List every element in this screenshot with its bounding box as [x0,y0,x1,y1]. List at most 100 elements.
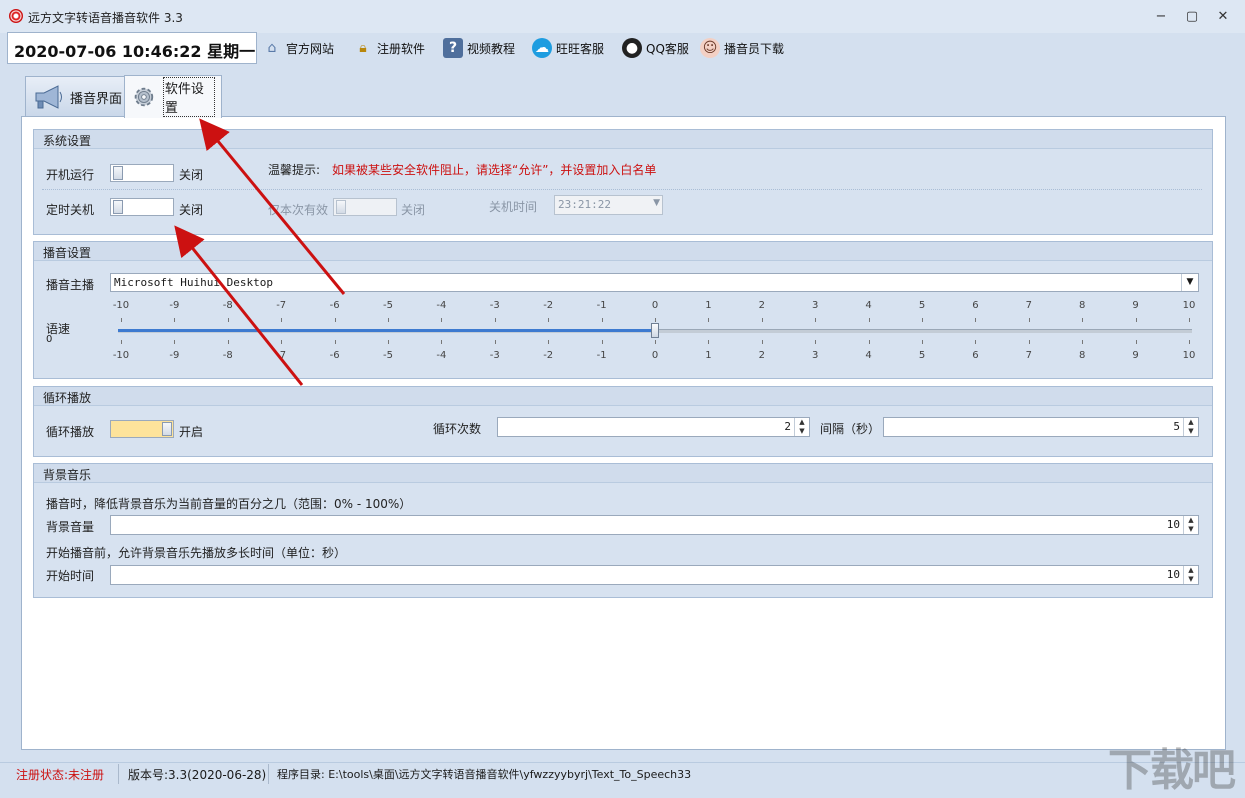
toolbar-qq-service[interactable]: ● QQ客服 [622,35,689,61]
minimize-button[interactable]: − [1152,8,1170,26]
spin-arrows-icon[interactable]: ▲ ▼ [1183,418,1198,436]
toolbar-video-tutorial[interactable]: ? 视频教程 [443,35,515,61]
autostart-label: 开机运行 [46,168,95,182]
slider-tick-mark [441,318,443,322]
loop-interval-value: 5 [1173,420,1180,433]
slider-tick-mark [761,318,763,322]
slider-tick-label: 1 [705,300,712,311]
slider-tick-label: -9 [169,350,180,361]
bgm-start-input[interactable]: 10 ▲ ▼ [110,565,1199,585]
toolbar-label: 官方网站 [286,41,335,56]
spin-arrows-icon[interactable]: ▲ ▼ [794,418,809,436]
group-title: 播音设置 [43,246,92,260]
bgm-start-value: 10 [1166,568,1180,581]
slider-tick-mark [1082,340,1084,344]
slider-tick-mark [1135,318,1137,322]
slider-tick-label: 5 [918,350,926,361]
speed-slider-thumb[interactable] [651,323,659,338]
watermark-logo: 下载吧 [1108,745,1236,796]
once-label: 仅本次有效 [268,203,329,217]
title-bar [0,0,1245,33]
toolbar-register[interactable]: 🔒︎ 注册软件 [353,35,425,61]
slider-tick-label: -8 [222,300,233,311]
toolbar-anchor-download[interactable]: ☺ 播音员下载 [700,35,784,61]
autostart-toggle[interactable] [110,164,174,182]
group-title: 循环播放 [43,391,92,405]
chevron-down-icon: ▼ [653,198,660,208]
toolbar-official-site[interactable]: ⌂ 官方网站 [262,35,334,61]
group-header [34,242,1212,261]
tab-settings[interactable]: 软件设置 [124,75,222,118]
slider-tick-label: 4 [865,350,872,361]
group-header [34,387,1212,406]
group-header [34,130,1212,149]
once-toggle[interactable] [333,198,397,216]
speed-slider-fill [118,329,655,332]
slider-tick-mark [655,318,656,322]
loop-interval-input[interactable]: 5 ▲ ▼ [883,417,1199,437]
loop-label: 循环播放 [46,425,95,439]
slider-tick-mark [548,340,550,344]
loop-count-label: 循环次数 [433,422,482,436]
slider-tick-label: -6 [329,350,340,361]
shutdown-time-value: 23:21:22 [558,198,611,211]
slider-tick-label: -4 [436,300,447,311]
slider-tick-mark [868,318,870,322]
toolbar-wangwang-service[interactable]: ☁ 旺旺客服 [532,35,604,61]
loop-count-value: 2 [784,420,791,433]
qq-penguin-icon: ● [622,38,642,58]
slider-tick-mark [388,318,389,322]
slider-tick-label: 2 [758,300,765,311]
tip-label: 温馨提示: [268,163,321,177]
slider-tick-label: 6 [972,300,979,311]
datetime-text: 2020-07-06 10:46:22 星期一 [14,42,256,61]
close-button[interactable]: ✕ [1214,8,1232,26]
toolbar-label: QQ客服 [646,41,689,56]
anchor-select[interactable]: Microsoft Huihui Desktop ▼ [110,273,1199,292]
help-book-icon: ? [443,38,463,58]
slider-tick-label: 4 [865,300,872,311]
registration-status: 注册状态:未注册 [16,768,105,782]
slider-tick-label: -10 [112,300,130,311]
slider-tick-mark [174,340,176,344]
slider-tick-label: -2 [543,300,554,311]
chevron-down-icon[interactable]: ▼ [1181,274,1198,291]
slider-tick-label: 9 [1132,300,1139,311]
toolbar-label: 旺旺客服 [556,41,605,56]
slider-tick-mark [548,318,550,322]
loop-interval-label: 间隔（秒） [820,422,881,436]
version-text: 版本号:3.3(2020-06-28) [128,768,267,782]
app-logo-icon [9,9,23,23]
slider-tick-mark [121,318,122,322]
anchor-label: 播音主播 [46,278,95,292]
shutdown-time-label: 关机时间 [489,200,538,214]
slider-tick-mark [975,318,977,322]
slider-tick-label: 6 [972,350,979,361]
loop-count-input[interactable]: 2 ▲ ▼ [497,417,810,437]
maximize-button[interactable]: ▢ [1183,8,1201,26]
speed-value: 0 [46,334,53,345]
slider-tick-label: 0 [651,350,659,361]
bgm-volume-input[interactable]: 10 ▲ ▼ [110,515,1199,535]
slider-tick-mark [227,318,229,322]
shutdown-time-picker[interactable]: 23:21:22 ▼ [554,195,663,215]
loop-toggle[interactable] [110,420,174,438]
wangwang-icon: ☁ [532,38,552,58]
shutdown-toggle[interactable] [110,198,174,216]
spin-arrows-icon[interactable]: ▲ ▼ [1183,516,1198,534]
slider-tick-label: -10 [112,350,130,361]
bgm-volume-value: 10 [1166,518,1180,531]
spin-arrows-icon[interactable]: ▲ ▼ [1183,566,1198,584]
slider-tick-label: 3 [812,300,819,311]
bgm-start-desc: 开始播音前，允许背景音乐先播放多长时间（单位：秒） [46,546,347,560]
once-state: 关闭 [401,203,426,217]
slider-tick-label: 9 [1132,350,1139,361]
group-title: 系统设置 [43,134,92,148]
slider-tick-mark [868,340,870,344]
slider-tick-label: -6 [329,300,340,311]
slider-tick-mark [334,318,336,322]
slider-tick-mark [174,318,176,322]
slider-tick-mark [1082,318,1084,322]
slider-tick-label: -4 [436,350,447,361]
megaphone-icon [35,85,62,109]
